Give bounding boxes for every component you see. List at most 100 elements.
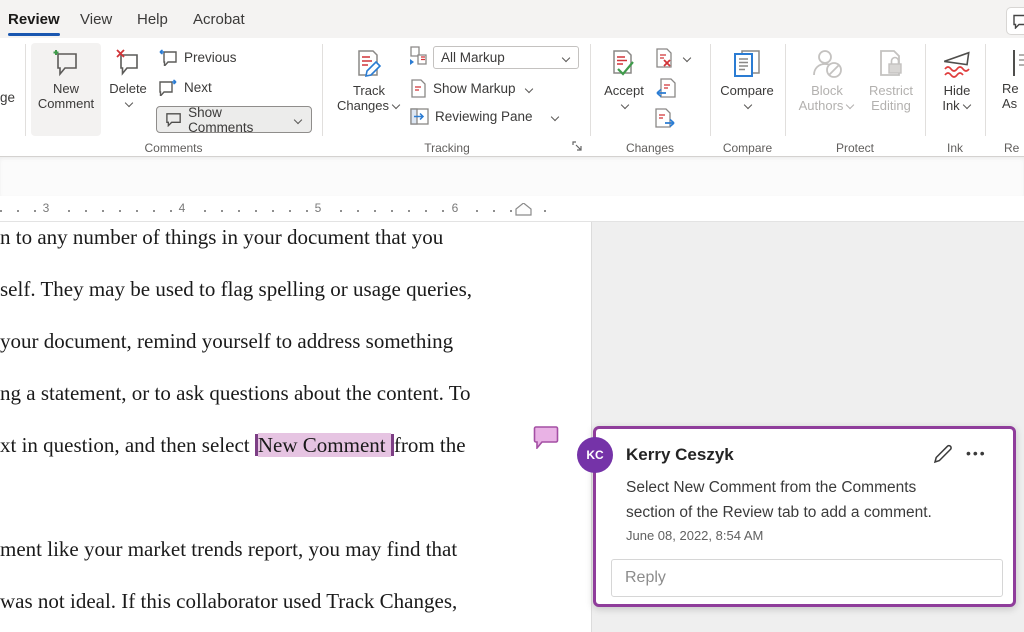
chevron-down-icon: [125, 99, 134, 107]
next-change-button[interactable]: [655, 108, 676, 128]
more-options-button[interactable]: •••: [966, 445, 987, 461]
avatar: KC: [577, 437, 613, 473]
show-comments-icon: [165, 112, 182, 127]
group-separator: [590, 44, 591, 136]
document-line[interactable]: ment like your market trends report, you…: [0, 536, 457, 562]
protect-group-label: Protect: [785, 141, 925, 155]
hide-ink-button[interactable]: HideInk: [931, 43, 983, 136]
reviewing-pane-button[interactable]: Reviewing Pane: [410, 108, 560, 125]
hide-ink-label-1: Hide: [944, 83, 971, 98]
ribbon: ge NewComment Delete Previous: [0, 38, 1024, 157]
previous-comment-button[interactable]: Previous: [158, 49, 237, 66]
delete-comment-button[interactable]: Delete: [104, 43, 152, 136]
chevron-down-icon: [963, 101, 972, 109]
tab-view[interactable]: View: [80, 0, 112, 38]
next-label: Next: [184, 80, 212, 95]
group-separator: [710, 44, 711, 136]
next-comment-icon: [158, 79, 178, 96]
chevron-down-icon: [621, 101, 630, 109]
previous-change-icon: [655, 78, 676, 98]
show-markup-icon: [410, 79, 427, 98]
track-changes-label-2: Changes: [337, 98, 389, 113]
new-comment-label-1: New: [53, 81, 79, 96]
display-for-review-value: All Markup: [441, 50, 559, 65]
accept-label: Accept: [604, 83, 644, 98]
hide-ink-icon: [942, 49, 972, 79]
tab-acrobat[interactable]: Acrobat: [193, 0, 245, 38]
ink-group-label: Ink: [925, 141, 985, 155]
chevron-down-icon: [294, 116, 303, 124]
document-text: ng a statement, or to ask questions abou…: [0, 381, 471, 405]
chevron-down-icon: [392, 101, 401, 109]
block-authors-label-1: Block: [811, 83, 843, 98]
compare-button[interactable]: Compare: [715, 43, 779, 136]
show-comments-button[interactable]: Show Comments: [156, 106, 312, 133]
margin-comment-balloon-icon[interactable]: [533, 425, 559, 449]
document-line-with-comment[interactable]: xt in question, and then select New Comm…: [0, 432, 466, 458]
resume-group-label: Re: [1004, 141, 1024, 155]
document-area: n to any number of things in your docume…: [0, 222, 1024, 632]
ruler-number: 3: [38, 201, 55, 215]
reject-icon: [655, 48, 674, 68]
accept-icon: [609, 49, 639, 79]
reply-input[interactable]: [611, 559, 1003, 597]
tab-help[interactable]: Help: [137, 0, 168, 38]
comments-group-label: Comments: [25, 141, 322, 155]
document-line[interactable]: ng a statement, or to ask questions abou…: [0, 380, 471, 406]
comment-card[interactable]: KC Kerry Ceszyk ••• Select New Comment f…: [593, 426, 1016, 607]
document-line[interactable]: your document, remind yourself to addres…: [0, 328, 453, 354]
document-text: was not ideal. If this collaborator used…: [0, 589, 457, 613]
track-changes-label-1: Track: [353, 83, 385, 98]
next-change-icon: [655, 108, 676, 128]
comment-author: Kerry Ceszyk: [626, 445, 734, 465]
document-text: from the: [394, 433, 466, 457]
comment-timestamp: June 08, 2022, 8:54 AM: [626, 528, 763, 543]
track-changes-button[interactable]: TrackChanges: [333, 43, 405, 136]
document-line[interactable]: self. They may be used to flag spelling …: [0, 276, 472, 302]
tracking-dialog-launcher-icon[interactable]: [572, 141, 584, 153]
chevron-down-icon: [744, 101, 753, 109]
document-line[interactable]: n to any number of things in your docume…: [0, 224, 443, 250]
accept-button[interactable]: Accept: [597, 43, 651, 136]
resume-label-2: As: [1002, 96, 1017, 111]
chevron-down-icon: [525, 85, 534, 93]
indent-marker[interactable]: [515, 203, 532, 216]
document-text: xt in question, and then select: [0, 433, 255, 457]
group-separator: [785, 44, 786, 136]
clipped-group-label: ge: [0, 90, 15, 105]
restrict-editing-button: RestrictEditing: [860, 43, 922, 136]
horizontal-ruler[interactable]: 3 4 5 6: [0, 196, 1024, 222]
document-line[interactable]: was not ideal. If this collaborator used…: [0, 588, 457, 614]
show-markup-button[interactable]: Show Markup: [410, 79, 534, 98]
restrict-editing-label-1: Restrict: [869, 83, 913, 98]
chevron-down-icon: [562, 54, 571, 62]
block-authors-label-2: Authors: [799, 98, 844, 113]
tab-review[interactable]: Review: [8, 0, 60, 38]
tab-acrobat-label: Acrobat: [193, 11, 245, 28]
tab-view-label: View: [80, 11, 112, 28]
display-for-review-dropdown[interactable]: All Markup: [433, 46, 579, 69]
comment-text-line: section of the Review tab to add a comme…: [626, 504, 932, 521]
new-comment-label-2: Comment: [38, 96, 94, 111]
show-comments-label: Show Comments: [188, 105, 285, 135]
tab-review-label: Review: [8, 11, 60, 28]
resume-assistant-button-partial[interactable]: ReAs: [1000, 43, 1024, 136]
comments-panel-button-partial[interactable]: [1006, 7, 1024, 35]
group-separator: [925, 44, 926, 136]
ruler-number: 4: [174, 201, 191, 215]
ruler-ticks: [0, 210, 558, 212]
track-changes-icon: [353, 49, 385, 79]
block-authors-button: BlockAuthors: [796, 43, 858, 136]
previous-change-button[interactable]: [655, 78, 676, 98]
commented-text[interactable]: New Comment: [258, 433, 391, 457]
display-for-review-icon: [409, 46, 429, 66]
chevron-down-icon: [683, 54, 692, 62]
comment-text: Select New Comment from the Commentssect…: [626, 475, 966, 525]
reject-button[interactable]: [655, 48, 692, 68]
compare-icon: [730, 49, 764, 79]
resume-label-1: Re: [1002, 81, 1019, 96]
edit-comment-icon[interactable]: [932, 444, 953, 465]
delete-label: Delete: [109, 81, 147, 96]
new-comment-button[interactable]: NewComment: [31, 43, 101, 136]
next-comment-button[interactable]: Next: [158, 79, 212, 96]
